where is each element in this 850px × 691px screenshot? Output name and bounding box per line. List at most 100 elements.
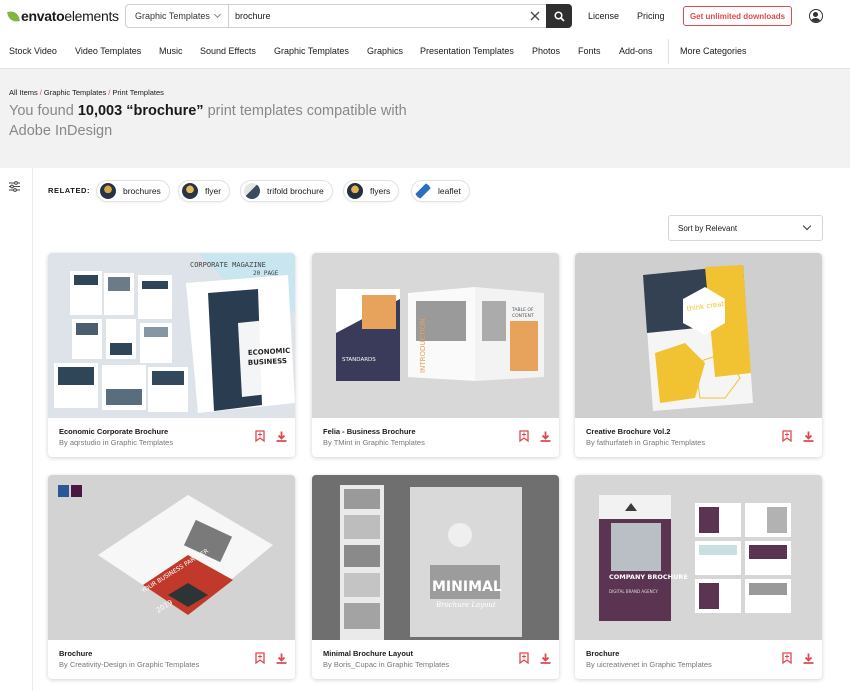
template-title[interactable]: Felia - Business Brochure [323, 427, 416, 436]
user-icon[interactable] [809, 9, 823, 23]
nav-photos[interactable]: Photos [532, 46, 560, 56]
bookmark-icon[interactable] [255, 652, 265, 664]
cover-title: STANDARDS [342, 357, 376, 363]
related-chip-leaflet[interactable]: leaflet [411, 180, 470, 202]
template-preview-image[interactable]: ECONOMIC BUSINESS CORPORATE MAGAZINE 20 … [48, 253, 295, 418]
template-card[interactable]: think creative Creative Brochure Vol.2 B… [575, 253, 822, 457]
chip-label: flyers [370, 186, 391, 196]
cover-subtitle: DIGITAL BRAND AGENCY [609, 589, 658, 594]
preview-art: YOUR BUSINESS PARTNER 2019 [48, 475, 295, 640]
chevron-down-icon [213, 10, 221, 19]
nav-video-templates[interactable]: Video Templates [75, 46, 141, 56]
related-chip-brochures[interactable]: brochures [96, 180, 170, 202]
top-bar: envato elements Graphic Templates Licens… [0, 0, 850, 34]
nav-fonts[interactable]: Fonts [578, 46, 601, 56]
nav-sound-effects[interactable]: Sound Effects [200, 46, 256, 56]
template-author[interactable]: By Creativity-Design in Graphic Template… [59, 660, 199, 669]
template-preview-image[interactable]: STANDARDS INTRODUCTION TABLE OF CONTENT [312, 253, 559, 418]
breadcrumb-all-items[interactable]: All Items [9, 88, 38, 97]
chip-thumbnail [347, 183, 363, 199]
nav-divider [668, 39, 669, 64]
template-author[interactable]: By Boris_Cupac in Graphic Templates [323, 660, 449, 669]
nav-more-categories[interactable]: More Categories [680, 46, 747, 56]
template-author[interactable]: By TMint in Graphic Templates [323, 438, 425, 447]
search-button[interactable] [546, 4, 572, 28]
bookmark-icon[interactable] [782, 430, 792, 442]
search-icon [553, 10, 565, 22]
chevron-down-icon [802, 221, 812, 231]
template-author[interactable]: By aqrstudio in Graphic Templates [59, 438, 173, 447]
template-title[interactable]: Economic Corporate Brochure [59, 427, 168, 436]
template-preview-image[interactable]: MINIMAL Brochure Layout [312, 475, 559, 640]
bookmark-icon[interactable] [519, 430, 529, 442]
download-icon[interactable] [803, 653, 814, 664]
related-chip-flyers[interactable]: flyers [343, 180, 400, 202]
page-title: You found 10,003 “brochure” print templa… [9, 101, 439, 141]
chip-label: trifold brochure [267, 186, 324, 196]
related-label: RELATED: [48, 186, 91, 195]
logo-text-envato: envato [21, 8, 65, 24]
breadcrumb-graphic-templates[interactable]: Graphic Templates [44, 88, 106, 97]
results-header: All Items / Graphic Templates / Print Templa… [0, 70, 850, 168]
related-chip-trifold-brochure[interactable]: trifold brochure [240, 180, 333, 202]
cover-subtitle: 20 PAGE [253, 270, 279, 277]
template-preview-image[interactable]: YOUR BUSINESS PARTNER 2019 [48, 475, 295, 640]
chip-label: flyer [205, 186, 222, 196]
template-card[interactable]: ECONOMIC BUSINESS CORPORATE MAGAZINE 20 … [48, 253, 295, 457]
related-chip-flyer[interactable]: flyer [178, 180, 231, 202]
template-preview-image[interactable]: COMPANY BROCHURE DIGITAL BRAND AGENCY [575, 475, 822, 640]
sort-dropdown[interactable]: Sort by Relevant [668, 215, 823, 241]
download-icon[interactable] [276, 653, 287, 664]
template-title[interactable]: Brochure [59, 649, 92, 658]
clear-search-button[interactable] [524, 5, 546, 27]
template-card[interactable]: YOUR BUSINESS PARTNER 2019 Brochure By C… [48, 475, 295, 679]
pricing-link[interactable]: Pricing [637, 11, 665, 21]
filter-rail [0, 168, 33, 691]
close-icon [530, 11, 540, 21]
template-author[interactable]: By uicreativenet in Graphic Templates [586, 660, 712, 669]
nav-add-ons[interactable]: Add-ons [619, 46, 653, 56]
headline-prefix: You found [9, 103, 74, 119]
nav-presentation-templates[interactable]: Presentation Templates [420, 46, 514, 56]
download-icon[interactable] [803, 431, 814, 442]
chip-thumbnail [244, 183, 260, 199]
bookmark-icon[interactable] [519, 652, 529, 664]
template-preview-image[interactable]: think creative [575, 253, 822, 418]
nav-graphic-templates[interactable]: Graphic Templates [274, 46, 349, 56]
download-icon[interactable] [276, 431, 287, 442]
template-card[interactable]: STANDARDS INTRODUCTION TABLE OF CONTENT … [312, 253, 559, 457]
filter-icon[interactable] [9, 181, 20, 192]
template-card[interactable]: MINIMAL Brochure Layout Minimal Brochure… [312, 475, 559, 679]
nav-stock-video[interactable]: Stock Video [9, 46, 57, 56]
bookmark-icon[interactable] [255, 430, 265, 442]
search-category-select[interactable]: Graphic Templates [126, 5, 229, 27]
get-unlimited-downloads-button[interactable]: Get unlimited downloads [683, 6, 792, 26]
template-card[interactable]: COMPANY BROCHURE DIGITAL BRAND AGENCY Br… [575, 475, 822, 679]
breadcrumb-print-templates[interactable]: Print Templates [112, 88, 164, 97]
breadcrumb-separator: / [108, 88, 111, 97]
headline-query: “brochure” [126, 103, 204, 119]
download-icon[interactable] [540, 653, 551, 664]
nav-graphics[interactable]: Graphics [367, 46, 403, 56]
template-author[interactable]: By fathurfateh in Graphic Templates [586, 438, 705, 447]
template-title[interactable]: Creative Brochure Vol.2 [586, 427, 670, 436]
template-title[interactable]: Brochure [586, 649, 619, 658]
chip-thumbnail [415, 183, 431, 199]
envato-elements-logo[interactable]: envato elements [7, 8, 119, 24]
breadcrumb-separator: / [39, 88, 42, 97]
search-input[interactable] [229, 5, 524, 27]
download-icon[interactable] [540, 431, 551, 442]
search-bar: Graphic Templates [125, 4, 572, 28]
bookmark-icon[interactable] [782, 652, 792, 664]
license-link[interactable]: License [588, 11, 619, 21]
nav-music[interactable]: Music [159, 46, 183, 56]
preview-art: STANDARDS INTRODUCTION TABLE OF CONTENT [312, 253, 559, 418]
preview-art: ECONOMIC BUSINESS CORPORATE MAGAZINE 20 … [48, 253, 295, 418]
template-title[interactable]: Minimal Brochure Layout [323, 649, 413, 658]
cover-subtitle: INTRODUCTION [419, 319, 427, 373]
headline-count: 10,003 [77, 103, 123, 119]
svg-text:TABLE OF: TABLE OF [511, 307, 534, 313]
cover-title: MINIMAL [432, 579, 502, 595]
chip-label: brochures [123, 186, 161, 196]
preview-art: MINIMAL Brochure Layout [312, 475, 559, 640]
